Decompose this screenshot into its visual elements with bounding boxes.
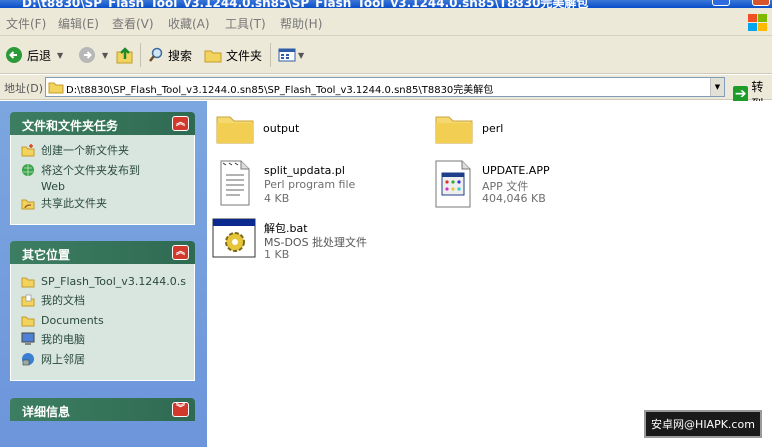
place-parent-folder-label: SP_Flash_Tool_v3.1244.0.s	[41, 275, 187, 288]
file-size: 1 KB	[264, 248, 290, 261]
file-tasks-title: 文件和文件夹任务	[22, 119, 119, 133]
place-network[interactable]: 网上邻居	[21, 352, 85, 368]
menu-tools[interactable]: 工具(T)	[225, 15, 266, 32]
file-size: 4 KB	[264, 192, 290, 205]
place-my-computer[interactable]: 我的电脑	[21, 332, 85, 348]
folders-button[interactable]: 文件夹	[204, 43, 262, 67]
search-icon	[149, 47, 163, 62]
chevron-down-icon[interactable]: ▼	[57, 51, 63, 60]
folder-icon	[21, 277, 35, 288]
file-item-update-app[interactable]: UPDATE.APP APP 文件 404,046 KB	[434, 159, 550, 212]
close-button[interactable]	[752, 0, 770, 6]
back-label: 后退	[27, 48, 52, 63]
title-bar: D:\t8830\SP_Flash_Tool_v3.1244.0.sn85\SP…	[0, 0, 772, 8]
folder-item-perl[interactable]: perl	[434, 107, 503, 150]
menu-view[interactable]: 查看(V)	[112, 15, 154, 32]
task-share-folder[interactable]: 共享此文件夹	[21, 196, 107, 212]
place-my-computer-label: 我的电脑	[41, 333, 85, 346]
folder-icon	[216, 116, 254, 144]
file-name: output	[263, 122, 300, 135]
folder-up-icon	[116, 47, 133, 64]
folder-icon	[435, 116, 473, 144]
file-item-batch[interactable]: 解包.bat MS-DOS 批处理文件 1 KB	[211, 217, 367, 262]
globe-icon	[22, 164, 34, 176]
search-label: 搜索	[168, 48, 193, 63]
minimize-button[interactable]	[712, 0, 730, 6]
up-folder-button[interactable]	[115, 43, 135, 67]
collapse-icon[interactable]: ︽	[172, 245, 189, 260]
place-documents[interactable]: Documents	[21, 313, 104, 329]
place-parent-folder[interactable]: SP_Flash_Tool_v3.1244.0.s	[21, 274, 186, 290]
address-label: 地址(D)	[4, 82, 44, 95]
network-icon	[22, 353, 34, 366]
other-places-title: 其它位置	[22, 248, 71, 262]
folder-icon	[204, 50, 222, 63]
address-dropdown-button[interactable]: ▼	[710, 78, 724, 96]
task-new-folder[interactable]: 创建一个新文件夹	[21, 143, 129, 159]
file-name: split_updata.pl	[264, 164, 345, 177]
chevron-down-icon[interactable]: ▼	[298, 51, 304, 60]
chevron-down-icon[interactable]: ▼	[102, 51, 108, 60]
watermark: 安卓网@HIAPK.com	[644, 410, 762, 438]
views-button[interactable]: ▼	[278, 43, 304, 67]
place-network-label: 网上邻居	[41, 353, 85, 366]
file-size: 404,046 KB	[482, 192, 546, 205]
file-tasks-header[interactable]: 文件和文件夹任务 ︽	[10, 112, 195, 135]
toolbar-separator	[270, 43, 271, 67]
folder-item-output[interactable]: output	[215, 107, 299, 150]
share-folder-icon	[21, 199, 35, 210]
window-title: D:\t8830\SP_Flash_Tool_v3.1244.0.sn85\SP…	[22, 0, 589, 8]
address-bar: 地址(D) D:\t8830\SP_Flash_Tool_v3.1244.0.s…	[0, 75, 772, 111]
batch-file-icon	[212, 218, 256, 258]
app-file-icon	[435, 160, 471, 208]
menu-file[interactable]: 文件(F)	[6, 15, 46, 32]
menu-bar: 文件(F) 编辑(E) 查看(V) 收藏(A) 工具(T) 帮助(H)	[0, 8, 772, 36]
views-icon	[278, 48, 296, 62]
task-pane: 文件和文件夹任务 ︽ 创建一个新文件夹 将这个文件夹发布到 Web 共享此文件夹…	[0, 101, 207, 447]
place-documents-label: Documents	[41, 314, 104, 327]
task-new-folder-label: 创建一个新文件夹	[41, 144, 129, 157]
folders-label: 文件夹	[226, 48, 263, 63]
task-share-folder-label: 共享此文件夹	[41, 197, 107, 210]
toolbar: 后退 ▼ ▼ 搜索 文件夹 ▼	[0, 36, 772, 74]
place-my-documents[interactable]: 我的文档	[21, 293, 85, 309]
windows-logo-icon	[748, 14, 770, 34]
file-item-split-updata[interactable]: split_updata.pl Perl program file 4 KB	[217, 159, 355, 210]
search-button[interactable]: 搜索	[148, 43, 192, 67]
text-file-icon	[220, 160, 250, 206]
folder-icon	[48, 82, 64, 94]
folder-icon	[21, 316, 35, 327]
back-arrow-icon	[6, 47, 22, 63]
new-folder-icon	[21, 144, 35, 157]
file-name: perl	[482, 122, 504, 135]
address-input[interactable]: D:\t8830\SP_Flash_Tool_v3.1244.0.sn85\SP…	[45, 77, 725, 97]
details-title: 详细信息	[22, 405, 71, 419]
menu-favorites[interactable]: 收藏(A)	[168, 15, 210, 32]
other-places-body: SP_Flash_Tool_v3.1244.0.s 我的文档 Documents…	[10, 264, 195, 381]
file-tasks-body: 创建一个新文件夹 将这个文件夹发布到 Web 共享此文件夹	[10, 135, 195, 225]
forward-arrow-icon	[79, 47, 95, 63]
details-header[interactable]: 详细信息 ︾	[10, 398, 195, 421]
address-path: D:\t8830\SP_Flash_Tool_v3.1244.0.sn85\SP…	[66, 85, 494, 96]
toolbar-separator	[140, 43, 141, 67]
my-documents-icon	[21, 294, 35, 307]
other-places-header[interactable]: 其它位置 ︽	[10, 241, 195, 264]
file-list: output perl split_updata.pl Perl program…	[207, 101, 772, 447]
computer-icon	[21, 332, 35, 345]
collapse-icon[interactable]: ︽	[172, 116, 189, 131]
back-button[interactable]: 后退 ▼	[5, 43, 63, 67]
task-publish-web[interactable]: 将这个文件夹发布到 Web	[21, 163, 140, 195]
expand-icon[interactable]: ︾	[172, 402, 189, 417]
file-type: Perl program file	[264, 178, 356, 191]
place-my-documents-label: 我的文档	[41, 294, 85, 307]
task-publish-web-label: 将这个文件夹发布到 Web	[41, 164, 140, 193]
menu-help[interactable]: 帮助(H)	[280, 15, 322, 32]
menu-edit[interactable]: 编辑(E)	[58, 15, 99, 32]
file-name: UPDATE.APP	[482, 164, 550, 177]
forward-button[interactable]: ▼	[78, 43, 108, 67]
